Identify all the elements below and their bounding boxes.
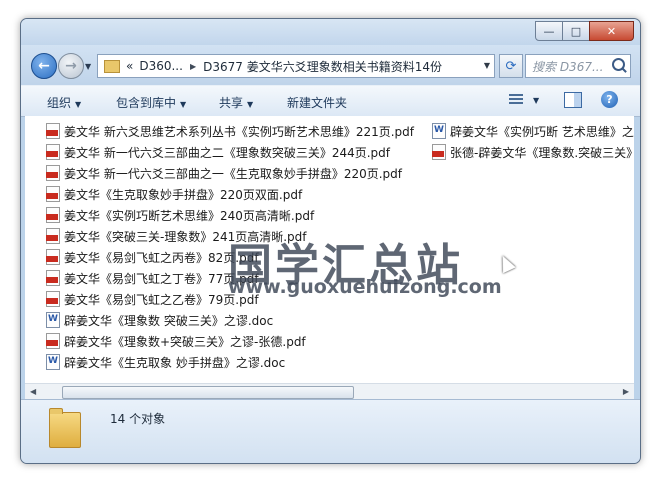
file-name: 辟姜文华《理象数 突破三关》之谬.doc bbox=[64, 313, 274, 328]
help-icon[interactable]: ? bbox=[601, 91, 618, 108]
file-item[interactable]: 姜文华《易剑飞虹之乙卷》79页.pdf bbox=[46, 289, 259, 309]
file-name: 张德-辟姜文华《理象数.突破三关》 bbox=[450, 145, 634, 160]
word-file-icon bbox=[46, 354, 60, 370]
watermark-url: www.guoxuehuizong.com bbox=[228, 276, 502, 298]
search-input[interactable]: 搜索 D367... bbox=[525, 54, 631, 78]
pdf-file-icon bbox=[46, 207, 60, 223]
organize-button[interactable]: 组织 ▼ bbox=[47, 94, 81, 111]
scroll-left-arrow-icon[interactable]: ◀ bbox=[30, 387, 36, 396]
share-label: 共享 bbox=[219, 96, 244, 110]
file-item[interactable]: 姜文华《实例巧断艺术思维》240页高清晰.pdf bbox=[46, 205, 314, 225]
file-name: 姜文华 新六爻思维艺术系列丛书《实例巧断艺术思维》221页.pdf bbox=[64, 124, 414, 139]
chevron-right-icon[interactable]: ▶ bbox=[190, 62, 196, 71]
search-icon[interactable] bbox=[612, 58, 625, 71]
pdf-file-icon bbox=[46, 144, 60, 160]
pdf-file-icon bbox=[46, 228, 60, 244]
close-button[interactable]: ✕ bbox=[589, 21, 634, 41]
pdf-file-icon bbox=[46, 270, 60, 286]
file-item[interactable]: 姜文华 新一代六爻三部曲之二《理象数突破三关》244页.pdf bbox=[46, 142, 390, 162]
horizontal-scrollbar[interactable]: ◀ ▶ bbox=[25, 383, 634, 400]
minimize-button[interactable]: — bbox=[535, 21, 563, 41]
maximize-button[interactable]: □ bbox=[562, 21, 590, 41]
search-placeholder: 搜索 D367... bbox=[532, 59, 604, 74]
share-button[interactable]: 共享 ▼ bbox=[219, 94, 253, 111]
file-item[interactable]: 姜文华《生克取象妙手拼盘》220页双面.pdf bbox=[46, 184, 302, 204]
file-name: 姜文华 新一代六爻三部曲之一《生克取象妙手拼盘》220页.pdf bbox=[64, 166, 402, 181]
chevron-down-icon[interactable]: ▼ bbox=[533, 96, 539, 105]
command-bar: 组织 ▼ 包含到库中 ▼ 共享 ▼ 新建文件夹 ▼ ? bbox=[21, 85, 640, 117]
breadcrumb-d360[interactable]: D360... bbox=[139, 59, 183, 73]
chevron-down-icon: ▼ bbox=[247, 100, 254, 109]
refresh-button[interactable]: ⟳ bbox=[499, 54, 523, 78]
chevron-down-icon: ▼ bbox=[180, 100, 187, 109]
word-file-icon bbox=[432, 123, 446, 139]
pdf-file-icon bbox=[46, 186, 60, 202]
include-in-library-label: 包含到库中 bbox=[116, 96, 177, 110]
pdf-file-icon bbox=[46, 165, 60, 181]
file-name: 姜文华《生克取象妙手拼盘》220页双面.pdf bbox=[64, 187, 303, 202]
file-item[interactable]: 辟姜文华《理象数+突破三关》之谬-张德.pdf bbox=[46, 331, 306, 351]
file-item[interactable]: 姜文华 新一代六爻三部曲之一《生克取象妙手拼盘》220页.pdf bbox=[46, 163, 402, 183]
file-item[interactable]: 姜文华 新六爻思维艺术系列丛书《实例巧断艺术思维》221页.pdf bbox=[46, 121, 414, 141]
file-item[interactable]: 姜文华《易剑飞虹之丙卷》82页.pdf bbox=[46, 247, 259, 267]
file-item[interactable]: 辟姜文华《理象数 突破三关》之谬.doc bbox=[46, 310, 273, 330]
view-options-icon[interactable] bbox=[509, 94, 523, 106]
caption-buttons: — □ ✕ bbox=[535, 21, 634, 41]
file-name: 辟姜文华《理象数+突破三关》之谬-张德.pdf bbox=[64, 334, 306, 349]
pdf-file-icon bbox=[46, 291, 60, 307]
details-pane: 14 个对象 bbox=[21, 399, 640, 463]
chevron-down-icon[interactable]: ▼ bbox=[484, 61, 490, 70]
word-file-icon bbox=[46, 312, 60, 328]
file-item[interactable]: 辟姜文华《实例巧断 艺术思维》之 bbox=[432, 121, 634, 141]
pdf-file-icon bbox=[46, 333, 60, 349]
pdf-file-icon bbox=[432, 144, 446, 160]
chevron-down-icon: ▼ bbox=[75, 100, 82, 109]
file-name: 姜文华《实例巧断艺术思维》240页高清晰.pdf bbox=[64, 208, 315, 223]
file-name: 辟姜文华《生克取象 妙手拼盘》之谬.doc bbox=[64, 355, 286, 370]
new-folder-button[interactable]: 新建文件夹 bbox=[287, 94, 347, 111]
file-name: 姜文华 新一代六爻三部曲之二《理象数突破三关》244页.pdf bbox=[64, 145, 390, 160]
folder-icon bbox=[104, 59, 120, 73]
file-item[interactable]: 姜文华《易剑飞虹之丁卷》77页.pdf bbox=[46, 268, 259, 288]
file-item[interactable]: 辟姜文华《生克取象 妙手拼盘》之谬.doc bbox=[46, 352, 285, 372]
address-bar[interactable]: « D360... ▶ D3677 姜文华六爻理象数相关书籍资料14份 ▼ bbox=[97, 54, 495, 78]
breadcrumb-current-folder[interactable]: D3677 姜文华六爻理象数相关书籍资料14份 bbox=[203, 58, 442, 75]
organize-label: 组织 bbox=[47, 96, 72, 110]
recent-pages-dropdown[interactable]: ▼ bbox=[85, 62, 91, 71]
file-list: 姜文华 新六爻思维艺术系列丛书《实例巧断艺术思维》221页.pdf 姜文华 新一… bbox=[25, 116, 634, 383]
include-in-library-button[interactable]: 包含到库中 ▼ bbox=[116, 94, 186, 111]
navigation-bar: ← → ▼ « D360... ▶ D3677 姜文华六爻理象数相关书籍资料14… bbox=[21, 45, 640, 85]
scroll-right-arrow-icon[interactable]: ▶ bbox=[623, 387, 629, 396]
pdf-file-icon bbox=[46, 249, 60, 265]
explorer-window: — □ ✕ ← → ▼ « D360... ▶ D3677 姜文华六爻理象数相关… bbox=[20, 18, 641, 464]
preview-pane-icon[interactable] bbox=[564, 92, 582, 108]
pdf-file-icon bbox=[46, 123, 60, 139]
folder-icon bbox=[49, 408, 81, 448]
title-bar: — □ ✕ bbox=[21, 19, 640, 45]
back-button[interactable]: ← bbox=[31, 53, 57, 79]
file-item[interactable]: 张德-辟姜文华《理象数.突破三关》 bbox=[432, 142, 634, 162]
scrollbar-thumb[interactable] bbox=[62, 386, 354, 399]
item-count: 14 个对象 bbox=[110, 412, 166, 426]
breadcrumb-overflow[interactable]: « bbox=[126, 59, 133, 73]
forward-button[interactable]: → bbox=[58, 53, 84, 79]
file-name: 辟姜文华《实例巧断 艺术思维》之 bbox=[450, 124, 634, 139]
